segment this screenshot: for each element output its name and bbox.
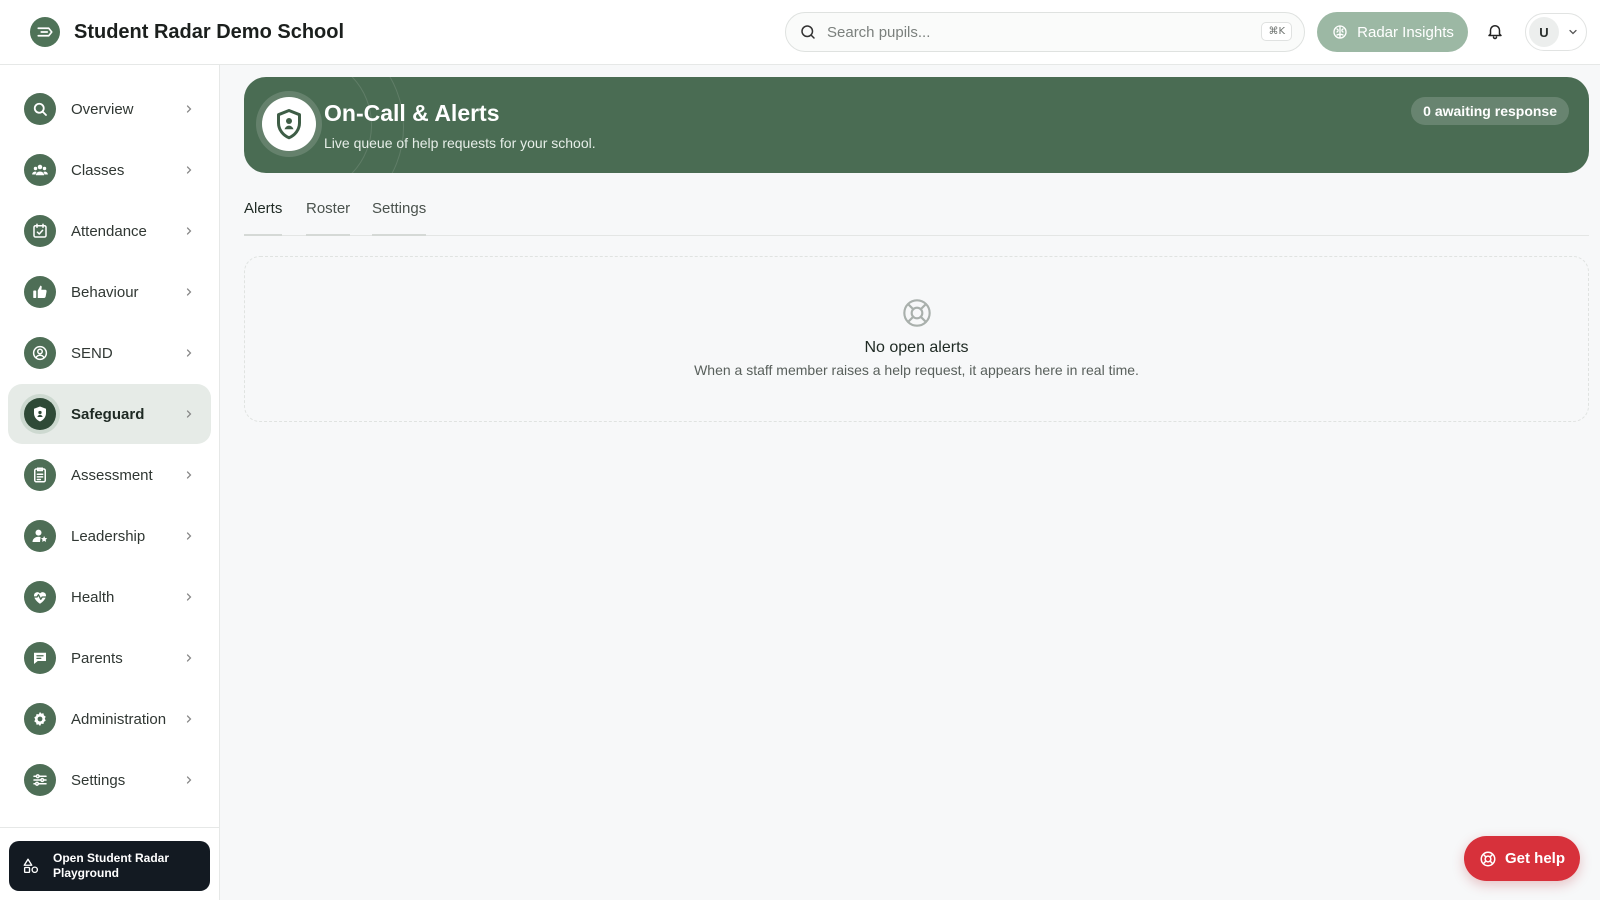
- life-buoy-icon: [901, 297, 933, 329]
- shield-icon: [24, 398, 56, 430]
- school-name: Student Radar Demo School: [74, 20, 345, 43]
- sidebar-item-label: Administration: [71, 710, 167, 728]
- search-input[interactable]: [827, 23, 1247, 41]
- get-help-button[interactable]: Get help: [1464, 836, 1580, 881]
- heart-pulse-icon: [24, 581, 56, 613]
- sidebar-item-behaviour[interactable]: Behaviour: [8, 262, 211, 322]
- chevron-right-icon: [183, 774, 195, 786]
- message-icon: [24, 642, 56, 674]
- radar-insights-button[interactable]: Radar Insights: [1317, 12, 1468, 52]
- radar-insights-label: Radar Insights: [1357, 23, 1454, 41]
- open-playground-label: Open Student Radar Playground: [53, 851, 170, 880]
- sidebar-item-label: Overview: [71, 100, 134, 118]
- bell-icon[interactable]: [1486, 22, 1506, 42]
- sidebar-item-label: Classes: [71, 161, 125, 179]
- chevron-right-icon: [183, 713, 195, 725]
- chevron-right-icon: [183, 469, 195, 481]
- sidebar-item-attendance[interactable]: Attendance: [8, 201, 211, 261]
- page-subtitle: Live queue of help requests for your sch…: [324, 135, 596, 151]
- gear-icon: [24, 703, 56, 735]
- sidebar-item-settings[interactable]: Settings: [8, 750, 211, 810]
- sidebar-item-label: Leadership: [71, 527, 146, 545]
- sidebar-item-overview[interactable]: Overview: [8, 79, 211, 139]
- empty-state-message: When a staff member raises a help reques…: [694, 362, 1139, 378]
- chevron-right-icon: [183, 103, 195, 115]
- open-playground-button[interactable]: Open Student Radar Playground: [9, 841, 210, 891]
- school-logo-icon: [30, 17, 60, 47]
- empty-state: No open alerts When a staff member raise…: [244, 256, 1589, 422]
- sidebar-item-assessment[interactable]: Assessment: [8, 445, 211, 505]
- calendar-check-icon: [24, 215, 56, 247]
- brain-icon: [1331, 23, 1349, 41]
- shield-icon: [262, 97, 316, 151]
- sidebar-item-label: Settings: [71, 771, 126, 789]
- sidebar-item-label: Assessment: [71, 466, 153, 484]
- chevron-down-icon: [1567, 26, 1579, 38]
- page-header-banner: On-Call & Alerts Live queue of help requ…: [244, 77, 1589, 173]
- chevron-right-icon: [183, 652, 195, 664]
- sidebar-item-classes[interactable]: Classes: [8, 140, 211, 200]
- sidebar-item-leadership[interactable]: Leadership: [8, 506, 211, 566]
- chevron-right-icon: [183, 225, 195, 237]
- page-title: On-Call & Alerts: [324, 100, 500, 126]
- chevron-right-icon: [183, 591, 195, 603]
- sidebar-item-label: SEND: [71, 344, 113, 362]
- sliders-icon: [24, 764, 56, 796]
- avatar: U: [1529, 17, 1559, 47]
- chevron-right-icon: [183, 530, 195, 542]
- main-content: On-Call & Alerts Live queue of help requ…: [220, 65, 1600, 900]
- chevron-right-icon: [183, 347, 195, 359]
- user-circle-icon: [24, 337, 56, 369]
- search-bar[interactable]: ⌘K: [785, 12, 1305, 52]
- tab-settings[interactable]: Settings: [372, 191, 427, 236]
- sidebar-item-parents[interactable]: Parents: [8, 628, 211, 688]
- search-icon: [799, 23, 817, 41]
- get-help-label: Get help: [1504, 850, 1565, 867]
- thumbs-up-icon: [24, 276, 56, 308]
- brand[interactable]: Student Radar Demo School: [30, 17, 344, 47]
- life-buoy-icon: [1479, 850, 1497, 868]
- top-bar: Student Radar Demo School ⌘K Radar Insig…: [0, 0, 1600, 65]
- sidebar-item-label: Safeguard: [71, 405, 145, 423]
- sidebar-item-label: Health: [71, 588, 115, 606]
- tab-alerts[interactable]: Alerts: [244, 191, 283, 236]
- shapes-icon: [22, 857, 40, 875]
- chevron-right-icon: [183, 286, 195, 298]
- chevron-right-icon: [183, 408, 195, 420]
- sidebar-divider: [0, 827, 219, 828]
- sidebar: Overview Classes Attendance Behaviour SE…: [0, 65, 220, 900]
- empty-state-title: No open alerts: [864, 339, 969, 356]
- search-icon: [24, 93, 56, 125]
- users-icon: [24, 154, 56, 186]
- tab-roster[interactable]: Roster: [306, 191, 351, 236]
- chevron-right-icon: [183, 164, 195, 176]
- sidebar-item-label: Attendance: [71, 222, 147, 240]
- search-shortcut-hint: ⌘K: [1261, 22, 1292, 41]
- awaiting-response-badge: 0 awaiting response: [1411, 97, 1569, 125]
- sidebar-item-safeguard[interactable]: Safeguard: [8, 384, 211, 444]
- sidebar-item-health[interactable]: Health: [8, 567, 211, 627]
- sidebar-item-label: Parents: [71, 649, 123, 667]
- sidebar-item-label: Behaviour: [71, 283, 139, 301]
- sidebar-item-administration[interactable]: Administration: [8, 689, 211, 749]
- tab-bar: Alerts Roster Settings: [244, 191, 1589, 236]
- sidebar-item-send[interactable]: SEND: [8, 323, 211, 383]
- clipboard-list-icon: [24, 459, 56, 491]
- user-star-icon: [24, 520, 56, 552]
- user-menu[interactable]: U: [1525, 13, 1587, 51]
